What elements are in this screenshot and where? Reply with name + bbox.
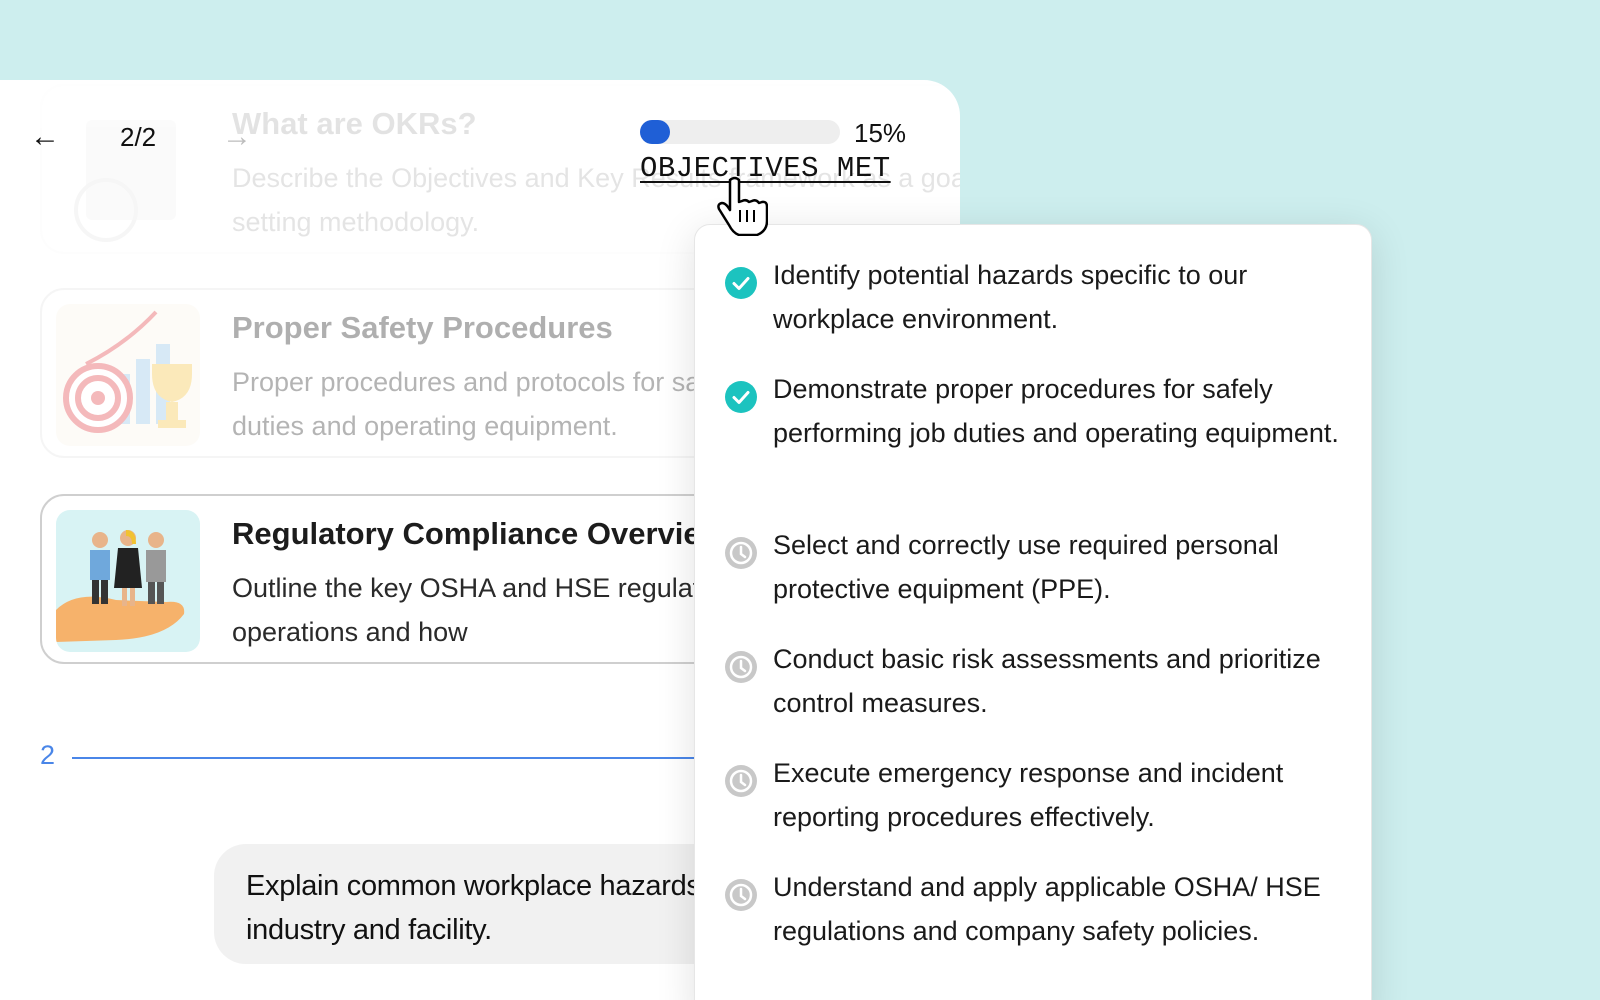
objective-text: Demonstrate proper procedures for safely… bbox=[773, 374, 1339, 448]
section-number: 2 bbox=[40, 740, 56, 770]
clock-icon bbox=[725, 765, 757, 797]
card-title: What are OKRs? bbox=[232, 106, 477, 141]
forward-arrow-icon[interactable]: → bbox=[222, 120, 252, 154]
objectives-progress-bar bbox=[640, 120, 840, 144]
check-circle-icon bbox=[725, 267, 757, 299]
objectives-progress-fill bbox=[640, 120, 670, 144]
card-thumbnail bbox=[56, 304, 200, 446]
hand-pointer-icon bbox=[717, 176, 768, 236]
clock-icon bbox=[725, 537, 757, 569]
pager-position: 2/2 bbox=[120, 122, 157, 152]
objective-text: Identify potential hazards specific to o… bbox=[773, 260, 1248, 334]
card-title: Regulatory Compliance Overview bbox=[232, 516, 725, 551]
objective-text: Understand and apply applicable OSHA/ HS… bbox=[773, 872, 1321, 946]
back-arrow-icon[interactable]: ← bbox=[30, 120, 60, 154]
card-title: Proper Safety Procedures bbox=[232, 310, 613, 345]
clock-icon bbox=[725, 651, 757, 683]
clock-icon bbox=[725, 879, 757, 911]
card-thumbnail bbox=[56, 510, 200, 652]
objective-text: Execute emergency response and incident … bbox=[773, 758, 1284, 832]
objective-text: Select and correctly use required person… bbox=[773, 530, 1279, 604]
objective-text: Conduct basic risk assessments and prior… bbox=[773, 644, 1321, 718]
objectives-dropdown: Identify potential hazards specific to o… bbox=[694, 224, 1372, 1000]
check-circle-icon bbox=[725, 381, 757, 413]
objectives-progress-percent: 15% bbox=[854, 118, 907, 148]
